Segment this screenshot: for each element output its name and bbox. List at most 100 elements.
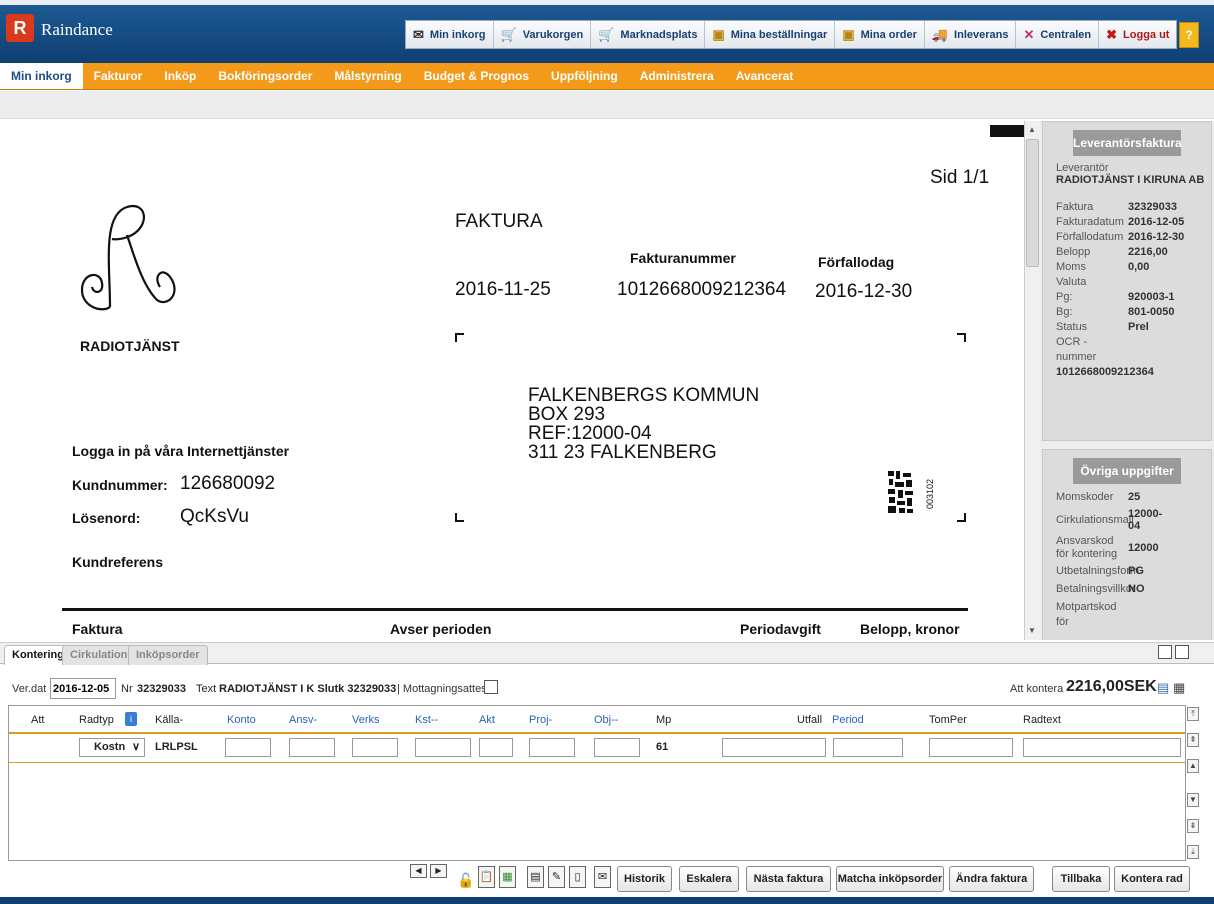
radtext-input[interactable] (1023, 738, 1181, 757)
nav-bokforingsorder[interactable]: Bokföringsorder (207, 63, 323, 89)
nasta-faktura-button[interactable]: Nästa faktura (746, 866, 831, 892)
recipient-address: FALKENBERGS KOMMUN BOX 293 REF:12000-04 … (528, 386, 759, 462)
scroll-bottom-icon[interactable]: ⤓ (1187, 845, 1199, 859)
toolbar-centralen[interactable]: ✕ Centralen (1016, 21, 1100, 48)
toolbar-mina-bestallningar[interactable]: ▣ Mina beställningar (705, 21, 836, 48)
toolbar-label: Marknadsplats (620, 28, 698, 41)
info-row: Valuta (1043, 275, 1211, 290)
matcha-inkopsorder-button[interactable]: Matcha inköpsorder (836, 866, 944, 892)
next-page-icon[interactable]: ▶ (430, 864, 447, 878)
nav-min-inkorg[interactable]: Min inkorg (0, 63, 83, 89)
notes-icon[interactable]: ▤ (527, 866, 544, 888)
kst-input[interactable] (415, 738, 471, 757)
proj-input[interactable] (529, 738, 575, 757)
nav-avancerat[interactable]: Avancerat (725, 63, 805, 89)
print-icon[interactable]: ▦ (1173, 680, 1185, 696)
toolbar-varukorgen[interactable]: 🛒 Varukorgen (493, 21, 592, 48)
mottagningsattest-checkbox[interactable] (484, 680, 498, 694)
toolbar-min-inkorg[interactable]: ✉ Min inkorg (406, 21, 494, 48)
toolbar-mina-order[interactable]: ▣ Mina order (835, 21, 925, 48)
prev-page-icon[interactable]: ◀ (410, 864, 427, 878)
col-proj[interactable]: Proj- (529, 714, 552, 726)
konto-input[interactable] (225, 738, 271, 757)
address-frame-corner (957, 513, 966, 522)
col-verks[interactable]: Verks (352, 714, 380, 726)
excel-icon[interactable]: ▦ (499, 866, 516, 888)
nav-budget-prognos[interactable]: Budget & Prognos (413, 63, 540, 89)
supplier-name: RADIOTJÄNST I KIRUNA AB (1056, 174, 1205, 186)
maximize-panel-button[interactable] (1175, 645, 1189, 659)
toolbar-label: Mina beställningar (730, 28, 828, 41)
col-obj[interactable]: Obj-- (594, 714, 618, 726)
info-value: 2216,00 (1128, 246, 1168, 258)
document-scrollbar[interactable]: ▲ ▼ (1024, 121, 1040, 640)
nav-fakturor[interactable]: Fakturor (83, 63, 154, 89)
toolbar-marknadsplats[interactable]: 🛒 Marknadsplats (591, 21, 706, 48)
tab-inkopsorder[interactable]: Inköpsorder (128, 645, 208, 665)
col-ansv[interactable]: Ansv- (289, 714, 317, 726)
toolbar-inleverans[interactable]: 🚚 Inleverans (924, 21, 1017, 48)
col-konto[interactable]: Konto (227, 714, 256, 726)
barcode-text: 003102 (925, 478, 935, 509)
invoice-number: 1012668009212364 (617, 279, 787, 300)
toolbar-label: Min inkorg (429, 28, 486, 41)
help-button[interactable]: ? (1179, 22, 1199, 48)
akt-input[interactable] (479, 738, 513, 757)
document-scroll-thumb[interactable] (1026, 139, 1039, 267)
col-kst[interactable]: Kst-- (415, 714, 438, 726)
info-key: Utbetalningsform (1056, 565, 1140, 577)
scroll-top-icon[interactable]: ⤒ (1187, 707, 1199, 721)
page-down-icon[interactable]: ⇟ (1187, 819, 1199, 833)
col-period[interactable]: Period (832, 714, 864, 726)
info-row: Cirkulationsmall 12000-04 (1043, 508, 1211, 532)
mail-icon[interactable]: ✉ (594, 866, 611, 888)
ansv-input[interactable] (289, 738, 335, 757)
supplier-label: Leverantör (1056, 162, 1109, 174)
toolbar-label: Varukorgen (522, 28, 584, 41)
tomper-input[interactable] (929, 738, 1013, 757)
pencil-icon[interactable]: ✎ (548, 866, 565, 888)
minimize-panel-button[interactable] (1158, 645, 1172, 659)
utfall-input[interactable] (722, 738, 826, 757)
scroll-up-icon[interactable]: ▲ (1187, 759, 1199, 773)
eskalera-button[interactable]: Eskalera (679, 866, 739, 892)
blank-document-icon[interactable]: ▯ (569, 866, 586, 888)
scroll-down-icon[interactable]: ▼ (1187, 793, 1199, 807)
panel-window-buttons (1158, 645, 1189, 659)
info-key: Cirkulationsmall (1056, 513, 1134, 526)
nav-administrera[interactable]: Administrera (629, 63, 725, 89)
nav-uppfoljning[interactable]: Uppföljning (540, 63, 629, 89)
period-input[interactable] (833, 738, 903, 757)
verks-input[interactable] (352, 738, 398, 757)
document-icon[interactable]: ▤ (1157, 680, 1169, 696)
kontera-rad-button[interactable]: Kontera rad (1114, 866, 1190, 892)
toolbar-logga-ut[interactable]: ✖ Logga ut (1099, 21, 1177, 48)
scroll-up-icon[interactable]: ▲ (1028, 125, 1036, 134)
info-key: Faktura (1056, 201, 1094, 213)
page-up-icon[interactable]: ⇞ (1187, 733, 1199, 747)
clipboard-icon[interactable]: 📋 (478, 866, 495, 888)
info-value: 2016-12-30 (1128, 231, 1185, 243)
verdat-input[interactable] (50, 678, 116, 699)
unlock-icon[interactable]: 🔓 (457, 872, 474, 889)
info-icon[interactable]: i (125, 712, 137, 726)
nav-malstyrning[interactable]: Målstyrning (323, 63, 412, 89)
col-utfall: Utfall (797, 714, 823, 726)
radtyp-select[interactable]: Kostn ∨ (79, 738, 145, 757)
historik-button[interactable]: Historik (617, 866, 672, 892)
invoice-due-date: 2016-12-30 (815, 281, 913, 302)
info-key: Pg: (1056, 291, 1073, 303)
info-key: Bg: (1056, 306, 1073, 318)
tillbaka-button[interactable]: Tillbaka (1052, 866, 1110, 892)
andra-faktura-button[interactable]: Ändra faktura (949, 866, 1034, 892)
nav-inkop[interactable]: Inköp (153, 63, 207, 89)
col-tomper: TomPer (929, 714, 967, 726)
tab-cirkulation[interactable]: Cirkulation (62, 645, 136, 665)
info-key: Valuta (1056, 276, 1087, 288)
invoice-image-viewer[interactable]: Sid 1/1 RADIOTJÄNST FAKTURA Fakturanumme… (0, 121, 1024, 640)
col-akt[interactable]: Akt (479, 714, 495, 726)
scroll-down-icon[interactable]: ▼ (1028, 626, 1036, 635)
mp-value: 61 (656, 741, 669, 753)
att-kontera-label: Att kontera (1010, 683, 1064, 695)
obj-input[interactable] (594, 738, 640, 757)
